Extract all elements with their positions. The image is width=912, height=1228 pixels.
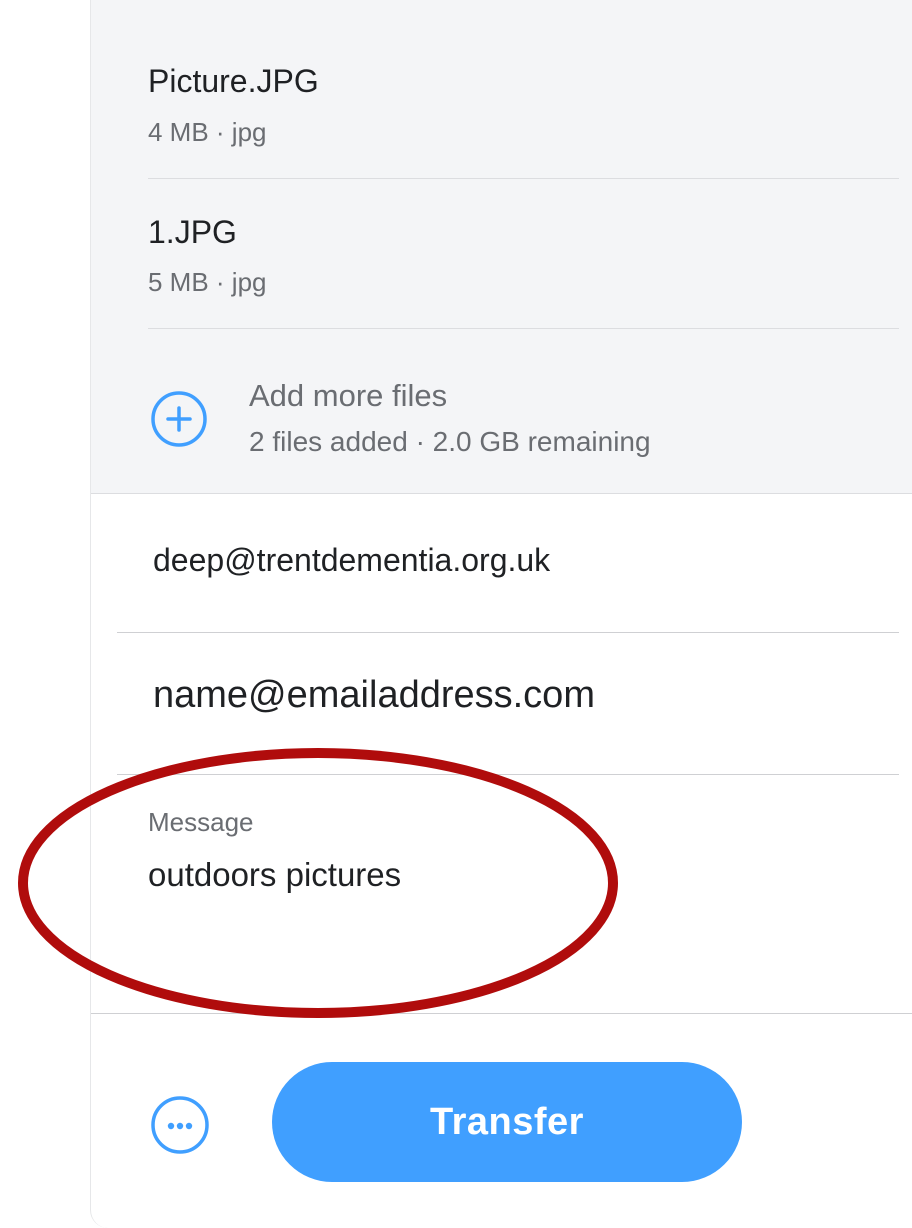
divider — [91, 1013, 912, 1014]
transfer-button[interactable]: Transfer — [272, 1062, 742, 1182]
add-more-files-label: Add more files — [249, 378, 448, 413]
file-list: Picture.JPG 4 MB · jpg 1.JPG 5 MB · jpg … — [91, 0, 912, 494]
file-name: 1.JPG — [148, 214, 237, 250]
ellipsis-circle-icon[interactable] — [149, 1094, 211, 1156]
file-meta: 5 MB · jpg — [148, 267, 267, 297]
plus-circle-icon[interactable] — [150, 390, 208, 448]
file-name: Picture.JPG — [148, 63, 319, 99]
email-to-value: deep@trentdementia.org.uk — [153, 542, 551, 578]
files-added-status: 2 files added · 2.0 GB remaining — [249, 426, 651, 457]
message-value: outdoors pictures — [148, 856, 402, 893]
file-item[interactable]: 1.JPG 5 MB · jpg — [148, 178, 899, 329]
transfer-panel: Picture.JPG 4 MB · jpg 1.JPG 5 MB · jpg … — [90, 0, 912, 1228]
add-more-files-button[interactable]: Add more files 2 files added · 2.0 GB re… — [148, 370, 848, 470]
email-from-value: name@emailaddress.com — [153, 674, 595, 716]
email-to-field[interactable]: deep@trentdementia.org.uk — [117, 494, 899, 633]
message-label: Message — [148, 807, 254, 837]
file-item[interactable]: Picture.JPG 4 MB · jpg — [148, 0, 899, 179]
email-from-field[interactable]: name@emailaddress.com — [117, 634, 899, 775]
file-meta: 4 MB · jpg — [148, 117, 267, 147]
